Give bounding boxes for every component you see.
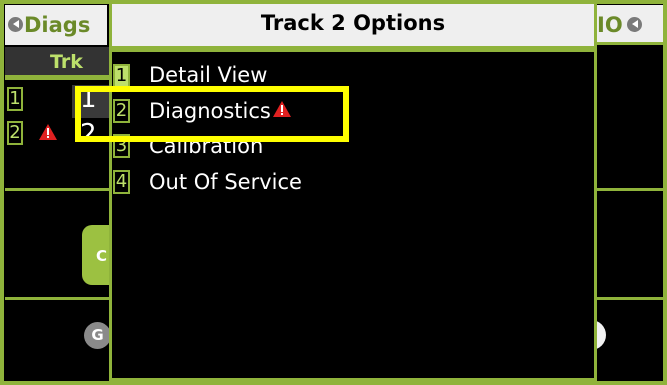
screen-border (0, 0, 667, 385)
screen: Diags IO Trk 1 1 2 2 C G Track 2 Options… (0, 0, 667, 385)
highlight-box (75, 86, 349, 142)
